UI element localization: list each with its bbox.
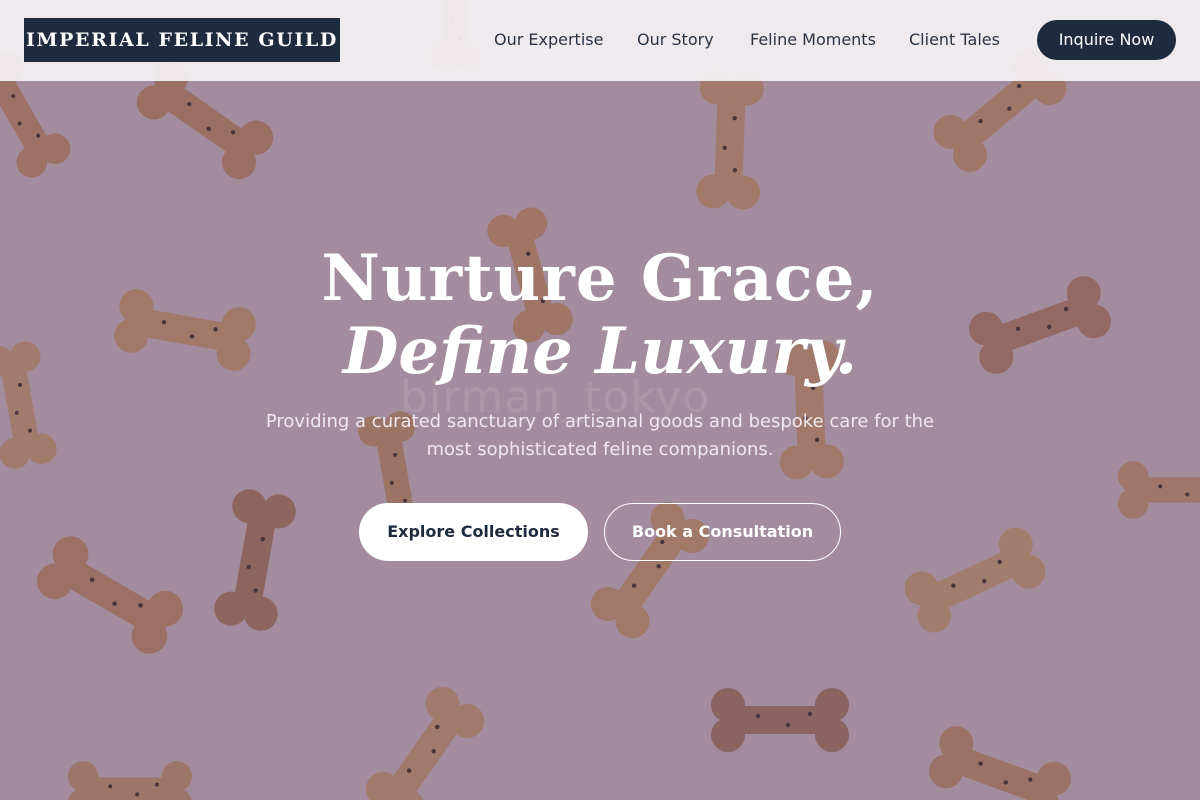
nav-link-our-story[interactable]: Our Story xyxy=(637,30,714,50)
hero-title-line-1: Nurture Grace, xyxy=(321,241,879,316)
top-navbar: IMPERIAL FELINE GUILD Our Expertise Our … xyxy=(0,0,1200,81)
hero-title-line-2: Define Luxury. xyxy=(342,314,858,389)
hero-subtitle: Providing a curated sanctuary of artisan… xyxy=(265,411,935,460)
inquire-now-button[interactable]: Inquire Now xyxy=(1037,20,1176,60)
book-consultation-button[interactable]: Book a Consultation xyxy=(604,503,841,561)
hero-title: Nurture Grace, Define Luxury. xyxy=(0,240,1200,386)
brand-logo[interactable]: IMPERIAL FELINE GUILD xyxy=(24,18,340,62)
nav-link-client-tales[interactable]: Client Tales xyxy=(909,30,1000,50)
nav-link-feline-moments[interactable]: Feline Moments xyxy=(750,30,876,50)
nav-link-our-expertise[interactable]: Our Expertise xyxy=(494,30,603,50)
explore-collections-button[interactable]: Explore Collections xyxy=(359,503,588,561)
